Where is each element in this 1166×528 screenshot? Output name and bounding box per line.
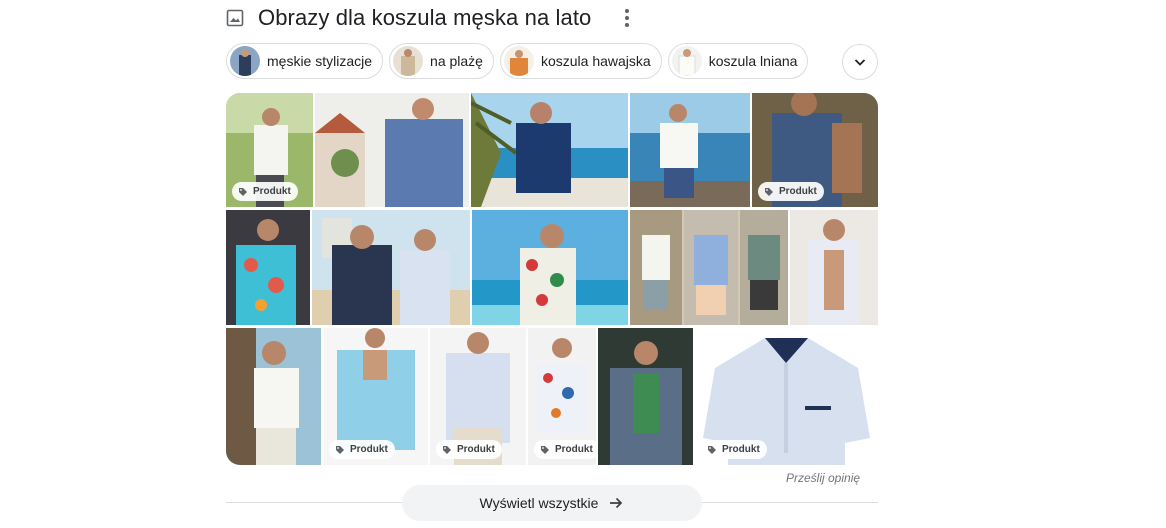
badge-label: Produkt — [722, 444, 760, 455]
image-result[interactable]: Produkt — [323, 328, 428, 465]
product-badge: Produkt — [534, 440, 596, 459]
section-title: Obrazy dla koszula męska na lato — [258, 5, 592, 30]
section-header: Obrazy dla koszula męska na lato — [226, 4, 637, 32]
image-result[interactable] — [226, 210, 310, 325]
feedback-link[interactable]: Prześlij opinię — [786, 471, 860, 485]
chip-thumbnail — [230, 46, 260, 76]
badge-label: Produkt — [253, 186, 291, 197]
chip-koszula-hawajska[interactable]: koszula hawajska — [499, 43, 662, 79]
tag-icon — [239, 187, 247, 196]
product-badge: Produkt — [758, 182, 824, 201]
show-all-button[interactable]: Wyświetl wszystkie — [402, 485, 702, 521]
arrow-right-icon — [610, 497, 623, 509]
image-result[interactable] — [598, 328, 693, 465]
more-options-icon[interactable] — [617, 7, 637, 29]
product-badge: Produkt — [436, 440, 502, 459]
image-result[interactable] — [790, 210, 878, 325]
image-result[interactable]: Produkt — [430, 328, 526, 465]
tag-icon — [541, 445, 549, 454]
tag-icon — [708, 445, 716, 454]
chip-label: męskie stylizacje — [267, 53, 373, 69]
image-result[interactable]: Produkt — [226, 93, 313, 207]
image-result[interactable] — [226, 328, 321, 465]
image-result[interactable] — [630, 210, 788, 325]
image-result[interactable]: Produkt — [528, 328, 596, 465]
image-result[interactable] — [472, 210, 628, 325]
image-result[interactable] — [630, 93, 750, 207]
image-result[interactable] — [471, 93, 628, 207]
chip-na-plaze[interactable]: na plażę — [389, 43, 494, 79]
chip-label: koszula lniana — [708, 53, 798, 69]
chip-koszula-lniana[interactable]: koszula lniana — [667, 43, 809, 79]
product-badge: Produkt — [232, 182, 298, 201]
image-grid: Produkt Produkt Produkt Produkt Produkt … — [226, 93, 878, 465]
image-result[interactable] — [312, 210, 470, 325]
chevron-down-icon — [854, 59, 866, 66]
chip-label: na plażę — [430, 53, 483, 69]
badge-label: Produkt — [555, 444, 593, 455]
product-badge: Produkt — [701, 440, 767, 459]
tag-icon — [336, 445, 344, 454]
chip-thumbnail — [503, 46, 534, 76]
image-result[interactable]: Produkt — [695, 328, 878, 465]
chip-label: koszula hawajska — [540, 53, 651, 69]
chip-thumbnail — [393, 46, 424, 76]
badge-label: Produkt — [779, 186, 817, 197]
expand-chips-button[interactable] — [842, 44, 878, 80]
show-all-label: Wyświetl wszystkie — [479, 495, 599, 511]
product-badge: Produkt — [329, 440, 395, 459]
badge-label: Produkt — [350, 444, 388, 455]
tag-icon — [765, 187, 773, 196]
chip-meskie-stylizacje[interactable]: męskie stylizacje — [226, 43, 384, 79]
related-searches-chips: męskie stylizacje na plażę koszula hawaj… — [226, 43, 809, 79]
badge-label: Produkt — [457, 444, 495, 455]
chip-thumbnail — [671, 46, 702, 76]
image-result[interactable] — [315, 93, 469, 207]
image-result[interactable]: Produkt — [752, 93, 878, 207]
tag-icon — [443, 445, 451, 454]
image-icon — [226, 9, 244, 27]
